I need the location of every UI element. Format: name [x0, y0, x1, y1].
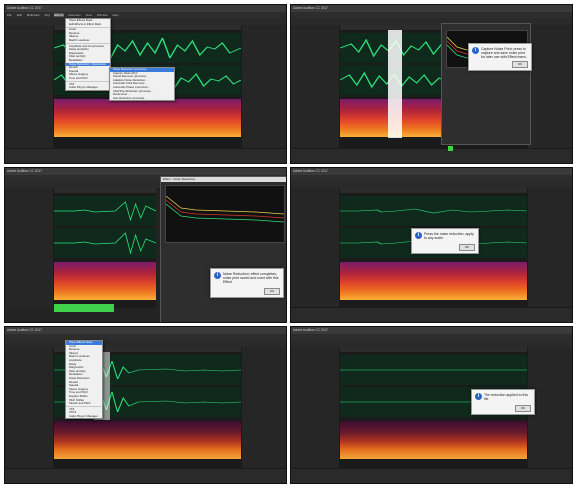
menu-item[interactable]: Stretch and Pitch — [66, 402, 102, 406]
favorites-menu: Show Effects Rack Invert Reverse Silence… — [65, 340, 103, 420]
files-pane — [5, 25, 54, 149]
ok-button[interactable]: OK — [512, 61, 528, 68]
waveform-channel-1[interactable] — [54, 196, 156, 226]
menu-view[interactable]: View — [86, 13, 92, 17]
menu-file[interactable]: File — [7, 13, 12, 17]
info-icon: i — [415, 232, 422, 239]
status-bar — [291, 468, 572, 483]
menu-multitrack[interactable]: Multitrack — [27, 13, 40, 17]
dialog-text: The reduction applied to this file — [484, 393, 528, 402]
menu-item[interactable]: Time and Pitch — [66, 77, 110, 81]
files-pane — [291, 347, 340, 469]
menu-favorites[interactable]: Favorites — [68, 13, 80, 17]
submenu-item[interactable]: Hiss Reduction (process)... — [110, 97, 174, 101]
files-pane — [291, 25, 340, 149]
panel-2: Adobe Audition CC 2017 i Capture Noise P… — [290, 4, 573, 164]
status-bar — [291, 307, 572, 322]
time-ruler — [54, 188, 156, 193]
effect-window: Effect - Noise Reduction — [160, 176, 286, 322]
waveform-channel-2[interactable] — [54, 228, 156, 258]
panel-1: Adobe Audition CC 2017 File Edit Multitr… — [4, 4, 287, 164]
properties-pane — [241, 347, 286, 469]
panel-4: Adobe Audition CC 2017 i Press the noise… — [290, 167, 573, 323]
spectral-display[interactable] — [340, 262, 527, 300]
dialog-text: Noise Reduction: effect completes; noise… — [223, 272, 279, 285]
waveform-channel-1[interactable] — [340, 355, 527, 385]
waveform-editor[interactable] — [54, 188, 156, 312]
files-pane — [5, 188, 54, 308]
spectral-display[interactable] — [340, 421, 527, 459]
menu-clip[interactable]: Clip — [44, 13, 49, 17]
info-icon: i — [214, 272, 221, 279]
dialog-text: Press the noise reduction; apply to any … — [424, 232, 474, 241]
menu-effects[interactable]: Effects — [54, 13, 64, 17]
noise-reduction-dialog: i Noise Reduction: effect completes; noi… — [210, 268, 284, 298]
files-pane — [5, 347, 54, 469]
menu-help[interactable]: Help — [112, 13, 118, 17]
ok-button[interactable]: OK — [515, 405, 531, 412]
panel-6: Adobe Audition CC 2017 i The reduction a… — [290, 326, 573, 484]
spectral-display[interactable] — [54, 421, 241, 459]
info-icon: i — [475, 393, 482, 400]
files-pane — [291, 188, 340, 308]
screenshot-grid: Adobe Audition CC 2017 File Edit Multitr… — [4, 4, 573, 484]
result-dialog: i The reduction applied to this file OK — [471, 389, 535, 415]
menu-item[interactable]: Audio Plug-In Manager... — [66, 415, 102, 419]
status-bar — [5, 468, 286, 483]
properties-pane — [527, 25, 572, 149]
effect-title: Effect - Noise Reduction — [161, 177, 286, 182]
noise-reduction-window — [441, 23, 531, 145]
window-title: Adobe Audition CC 2017 — [5, 168, 286, 175]
menu-item[interactable]: Edit Effects in Effect Rack — [66, 23, 110, 27]
effects-menu: Show Effects Rack Edit Effects in Effect… — [65, 18, 111, 91]
ok-button[interactable]: OK — [264, 288, 280, 295]
spectral-display[interactable] — [54, 99, 241, 137]
dialog-text: Capture Noise Print: press to capture an… — [481, 47, 527, 60]
menu-edit[interactable]: Edit — [17, 13, 22, 17]
selection-bar — [54, 304, 114, 312]
menu-item[interactable]: Audio Plug-In Manager... — [66, 86, 110, 90]
window-title: Adobe Audition CC 2017 — [5, 5, 286, 12]
waveform-channel-1[interactable] — [340, 196, 527, 226]
panel-3: Adobe Audition CC 2017 Effect - Noise Re… — [4, 167, 287, 323]
menu-item[interactable]: Match Loudness — [66, 39, 110, 43]
window-title: Adobe Audition CC 2017 — [291, 5, 572, 12]
apply-button[interactable] — [448, 146, 453, 151]
properties-pane — [241, 25, 286, 149]
time-ruler — [340, 347, 527, 352]
time-ruler — [340, 188, 527, 193]
info-icon: i — [472, 47, 479, 54]
window-title: Adobe Audition CC 2017 — [291, 168, 572, 175]
window-title: Adobe Audition CC 2017 — [5, 327, 286, 334]
capture-noise-print-dialog: i Capture Noise Print: press to capture … — [468, 43, 532, 71]
properties-pane — [527, 188, 572, 308]
spectral-display[interactable] — [54, 262, 156, 300]
menu-window[interactable]: Window — [97, 13, 108, 17]
status-bar — [291, 148, 572, 163]
apply-dialog: i Press the noise reduction; apply to an… — [411, 228, 479, 254]
panel-5: Adobe Audition CC 2017 Show Effects Rack… — [4, 326, 287, 484]
ok-button[interactable]: OK — [459, 244, 475, 251]
noise-graph — [165, 185, 285, 243]
time-selection[interactable] — [388, 30, 402, 138]
window-title: Adobe Audition CC 2017 — [291, 327, 572, 334]
noise-reduction-submenu: Noise Reduction (process)... Capture Noi… — [109, 67, 175, 102]
status-bar — [5, 148, 286, 163]
